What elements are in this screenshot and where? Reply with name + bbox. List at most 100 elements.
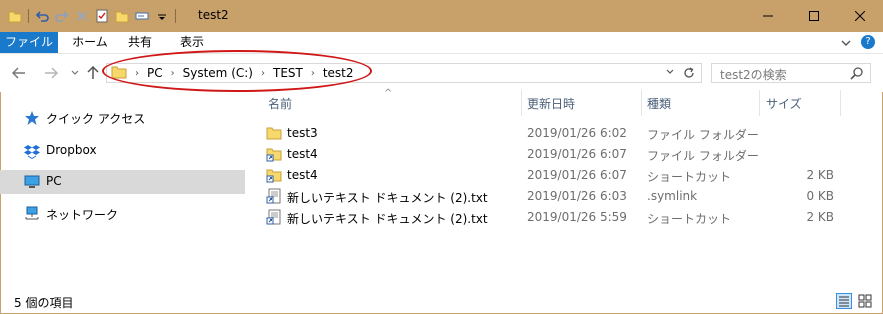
column-header-modified[interactable]: 更新日時	[527, 90, 575, 116]
navigation-pane: クイック アクセス Dropbox PC ネットワーク	[0, 94, 245, 284]
file-size: 2 KB	[806, 168, 834, 182]
help-icon[interactable]: ?	[861, 35, 875, 49]
quick-access-toolbar	[8, 8, 176, 24]
address-history-chevron-icon[interactable]	[665, 67, 675, 80]
text-shortcut-icon	[266, 188, 282, 204]
file-size: 0 KB	[806, 189, 834, 203]
network-icon	[24, 206, 40, 222]
file-modified: 2019/01/26 6:02	[527, 126, 627, 140]
file-type: ショートカット	[647, 212, 732, 226]
file-row[interactable]: 新しいテキスト ドキュメント (2).txt 2019/01/26 5:59 シ…	[262, 207, 842, 228]
file-row[interactable]: test3 2019/01/26 6:02 ファイル フォルダー	[262, 123, 842, 144]
column-divider[interactable]	[521, 90, 522, 116]
properties-icon[interactable]	[95, 9, 109, 23]
column-header-size[interactable]: サイズ	[766, 90, 802, 116]
tab-share[interactable]: 共有	[122, 32, 158, 53]
sidebar-item-dropbox[interactable]: Dropbox	[0, 139, 245, 163]
file-name: test3	[287, 126, 318, 140]
breadcrumb-separator-icon[interactable]: ›	[135, 68, 139, 79]
column-divider[interactable]	[840, 90, 841, 116]
breadcrumb-test[interactable]: TEST	[273, 66, 303, 80]
up-arrow-icon[interactable]	[84, 64, 102, 82]
details-view-icon[interactable]	[836, 293, 852, 309]
sidebar-item-label: ネットワーク	[46, 208, 119, 222]
title-bar: test2	[0, 0, 883, 32]
toolbar-divider	[175, 9, 176, 23]
search-box[interactable]: test2の検索	[711, 63, 871, 83]
recent-locations-chevron-icon[interactable]	[66, 64, 84, 82]
ribbon-tabs: ファイル ホーム 共有 表示 ?	[0, 32, 883, 54]
window-title: test2	[198, 8, 229, 22]
close-button[interactable]	[837, 0, 883, 32]
file-modified: 2019/01/26 6:07	[527, 168, 627, 182]
window-controls	[745, 0, 883, 32]
breadcrumb-pc[interactable]: PC	[147, 66, 163, 80]
file-size: 2 KB	[806, 210, 834, 224]
file-type: ファイル フォルダー	[647, 128, 759, 142]
search-input[interactable]: test2の検索	[720, 66, 787, 83]
folder-icon	[266, 125, 282, 141]
folder-shortcut-icon	[266, 167, 282, 183]
breadcrumb-system-c[interactable]: System (C:)	[183, 66, 253, 80]
pc-icon	[24, 174, 40, 190]
column-divider[interactable]	[641, 90, 642, 116]
large-icons-view-icon[interactable]	[857, 293, 873, 309]
file-name: 新しいテキスト ドキュメント (2).txt	[287, 191, 488, 205]
file-row[interactable]: test4 2019/01/26 6:07 ファイル フォルダー	[262, 144, 842, 165]
maximize-button[interactable]	[791, 0, 837, 32]
delete-icon[interactable]	[75, 9, 89, 23]
sidebar-item-label: クイック アクセス	[46, 112, 146, 126]
toolbar-divider	[28, 9, 29, 23]
file-row[interactable]: test4 2019/01/26 6:07 ショートカット 2 KB	[262, 165, 842, 186]
file-name: test4	[287, 168, 318, 182]
sidebar-item-label: Dropbox	[46, 143, 97, 157]
customize-toolbar-chevron-icon[interactable]	[155, 9, 169, 23]
file-row[interactable]: 新しいテキスト ドキュメント (2).txt 2019/01/26 6:03 .…	[262, 186, 842, 207]
tab-view[interactable]: 表示	[172, 32, 212, 53]
sidebar-item-network[interactable]: ネットワーク	[0, 202, 245, 226]
expand-ribbon-chevron-icon[interactable]	[839, 36, 853, 50]
status-bar: 5 個の項目	[0, 288, 883, 314]
minimize-button[interactable]	[745, 0, 791, 32]
file-modified: 2019/01/26 6:03	[527, 189, 627, 203]
back-arrow-icon[interactable]	[10, 64, 28, 82]
breadcrumb-separator-icon[interactable]: ›	[171, 68, 175, 79]
new-folder-icon[interactable]	[115, 9, 129, 23]
rename-icon[interactable]	[135, 9, 149, 23]
folder-icon[interactable]	[8, 9, 22, 23]
forward-arrow-icon[interactable]	[42, 64, 60, 82]
file-modified: 2019/01/26 6:07	[527, 147, 627, 161]
undo-icon[interactable]	[35, 9, 49, 23]
text-shortcut-icon	[266, 209, 282, 225]
redo-icon[interactable]	[55, 9, 69, 23]
folder-shortcut-icon	[266, 146, 282, 162]
file-type: ファイル フォルダー	[647, 149, 759, 163]
file-name: 新しいテキスト ドキュメント (2).txt	[287, 212, 488, 226]
close-icon	[855, 11, 865, 21]
breadcrumb-test2[interactable]: test2	[323, 66, 354, 80]
column-header-name[interactable]: 名前	[268, 90, 292, 116]
breadcrumb-separator-icon[interactable]: ›	[261, 68, 265, 79]
column-header-type[interactable]: 種類	[647, 90, 671, 116]
file-modified: 2019/01/26 5:59	[527, 210, 627, 224]
breadcrumb-separator-icon[interactable]: ›	[311, 68, 315, 79]
search-icon[interactable]	[850, 66, 864, 83]
sidebar-item-pc[interactable]: PC	[0, 170, 245, 194]
sidebar-item-quick-access[interactable]: クイック アクセス	[0, 106, 245, 130]
address-bar[interactable]: › PC › System (C:) › TEST › test2	[106, 63, 702, 83]
file-type: .symlink	[647, 189, 698, 203]
tab-file[interactable]: ファイル	[0, 32, 58, 53]
refresh-icon[interactable]	[681, 65, 697, 81]
address-folder-icon	[111, 65, 127, 82]
sort-ascending-icon: ^	[384, 88, 393, 99]
minimize-icon	[763, 15, 773, 17]
tab-home[interactable]: ホーム	[70, 32, 110, 53]
sidebar-item-label: PC	[46, 174, 62, 188]
breadcrumb: › PC › System (C:) › TEST › test2	[111, 64, 354, 82]
column-divider[interactable]	[759, 90, 760, 116]
maximize-icon	[809, 11, 819, 21]
item-count: 5 個の項目	[14, 296, 74, 310]
file-name: test4	[287, 147, 318, 161]
dropbox-icon	[24, 143, 40, 160]
star-icon	[24, 110, 40, 126]
